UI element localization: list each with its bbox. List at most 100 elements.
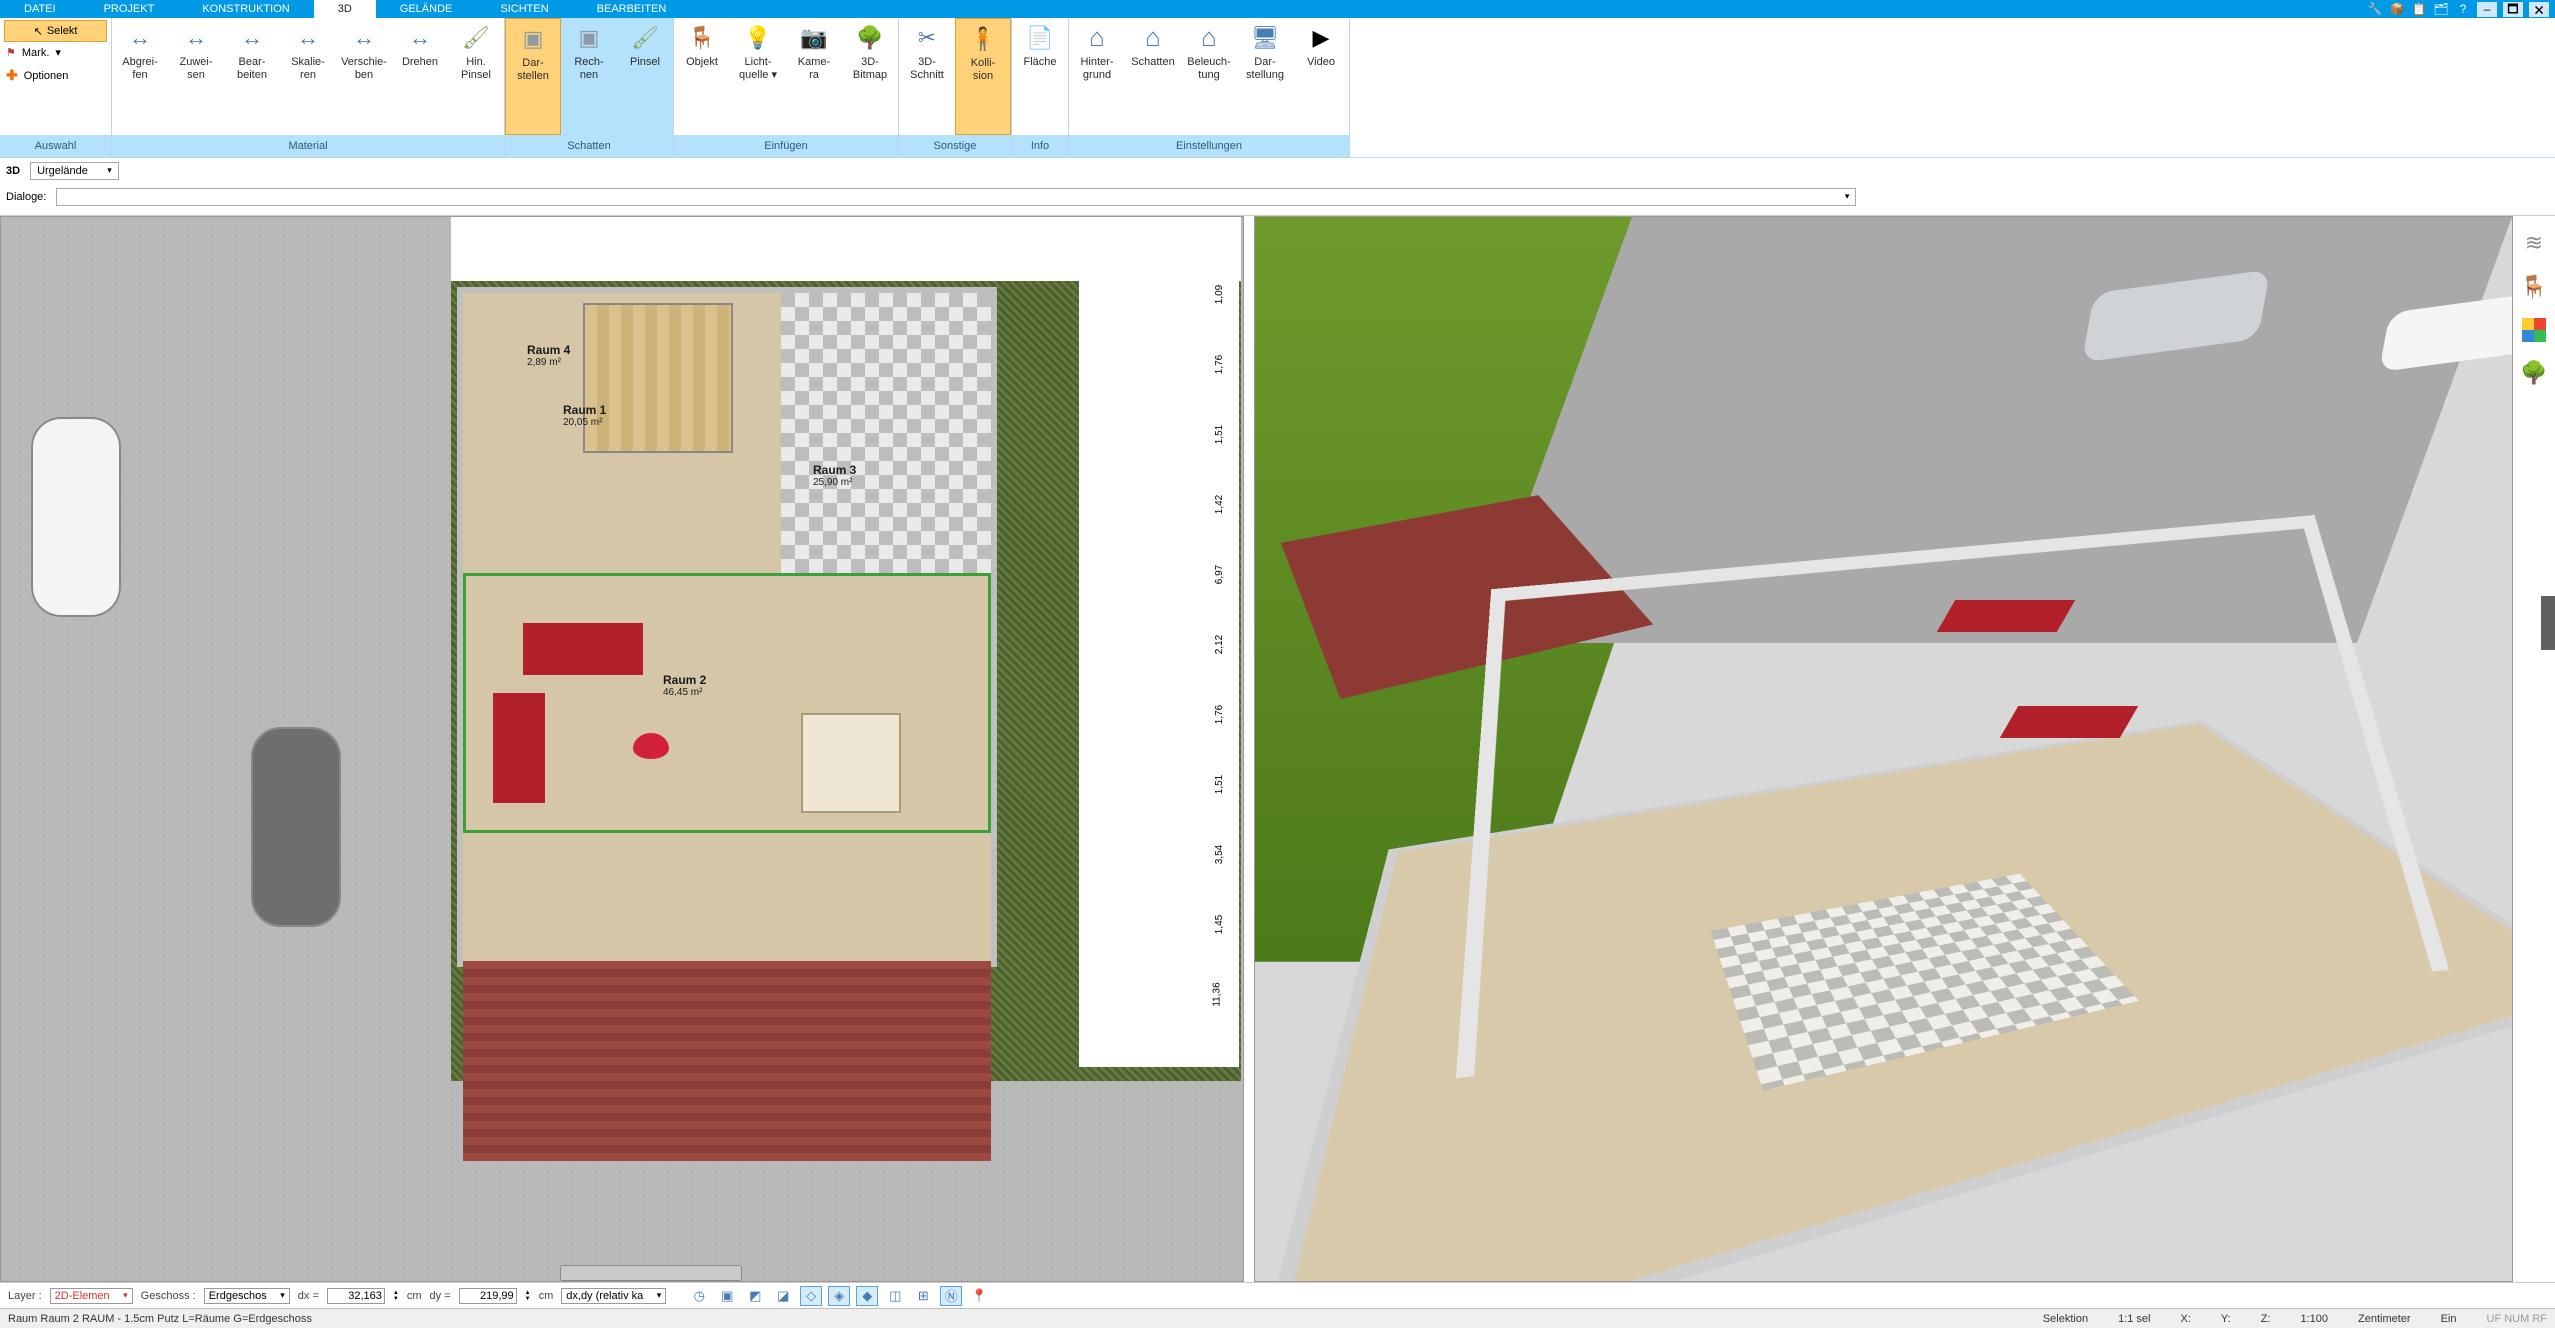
- ribbon-rechnen-button[interactable]: Rech-nen: [561, 18, 617, 135]
- layer-select[interactable]: 2D-Elemen: [50, 1288, 133, 1304]
- ribbon-button-label: Fläche: [1023, 56, 1056, 69]
- toolbar-rhomb2-button[interactable]: ◈: [828, 1286, 850, 1306]
- ribbon-pinsel-button[interactable]: Pinsel: [617, 18, 673, 135]
- coord-mode-select[interactable]: dx,dy (relativ ka: [561, 1288, 666, 1304]
- ribbon-button-label: Pinsel: [630, 56, 660, 69]
- menu-tab-sichten[interactable]: SICHTEN: [476, 0, 572, 18]
- help-icon[interactable]: ?: [2455, 1, 2471, 17]
- room-label: Raum 42,89 m²: [527, 343, 570, 368]
- ribbon-3dschnitt-button[interactable]: 3D-Schnitt: [899, 18, 955, 135]
- dy-spinner[interactable]: ▲▼: [525, 1290, 531, 1302]
- close-button[interactable]: 🗙: [2529, 2, 2549, 17]
- menu-tab-bearbeiten[interactable]: BEARBEITEN: [573, 0, 691, 18]
- ribbon-button-label: Verschie-ben: [341, 56, 387, 81]
- pane-3d-view[interactable]: [1254, 216, 2513, 1282]
- layers-icon[interactable]: ≋: [2525, 230, 2543, 256]
- ribbon-video-button[interactable]: Video: [1293, 18, 1349, 135]
- arrow-icon: [180, 22, 212, 54]
- maximize-button[interactable]: 🗖: [2503, 2, 2523, 17]
- ribbon-button-label: Hinter-grund: [1080, 56, 1113, 81]
- status-y: Y:: [2221, 1313, 2231, 1325]
- ribbon-button-label: Bear-beiten: [237, 56, 267, 81]
- tree-icon[interactable]: 🌳: [2520, 360, 2547, 386]
- ribbon-darstellen-button[interactable]: Dar-stellen: [505, 18, 561, 135]
- ribbon-abgreifen-button[interactable]: Abgrei-fen: [112, 18, 168, 135]
- ribbon-flaeche-button[interactable]: Fläche: [1012, 18, 1068, 135]
- ribbon-3dbitmap-button[interactable]: 3D-Bitmap: [842, 18, 898, 135]
- ribbon-group-sonstige: 3D-SchnittKolli-sionSonstige: [899, 18, 1012, 157]
- ribbon-button-label: Zuwei-sen: [179, 56, 212, 81]
- geschoss-select[interactable]: Erdgeschos: [204, 1288, 290, 1304]
- ribbon-skalieren-button[interactable]: Skalie-ren: [280, 18, 336, 135]
- group-label: Material: [112, 135, 504, 157]
- dialoge-label: Dialoge:: [6, 191, 46, 203]
- ribbon-objekt-button[interactable]: Objekt: [674, 18, 730, 135]
- toolbar-screens-button[interactable]: ▣: [716, 1286, 738, 1306]
- copy-icon[interactable]: 📋: [2411, 1, 2427, 17]
- dy-input[interactable]: [459, 1288, 517, 1304]
- ribbon-darstellung-button[interactable]: Dar-stellung: [1237, 18, 1293, 135]
- dx-spinner[interactable]: ▲▼: [393, 1290, 399, 1302]
- dimension-value: 1,51: [1214, 775, 1225, 794]
- plan-terrace: [463, 961, 991, 1161]
- ribbon-group-einfügen: ObjektLicht-quelle ▾Kame-ra3D-BitmapEinf…: [674, 18, 899, 157]
- toolbar-letter-n-button[interactable]: Ⓝ: [940, 1286, 962, 1306]
- ribbon-drehen-button[interactable]: Drehen: [392, 18, 448, 135]
- ribbon-kamera-button[interactable]: Kame-ra: [786, 18, 842, 135]
- dimension-value: 11,36: [1211, 982, 1222, 1006]
- pin-icon: ⚑: [6, 46, 16, 59]
- dropdown-icon: ▾: [55, 46, 61, 59]
- dimension-value: 6,97: [1214, 565, 1225, 584]
- house-icon: [1081, 22, 1113, 54]
- stack-icon[interactable]: 🗂: [2433, 1, 2449, 17]
- ribbon-kollision-button[interactable]: Kolli-sion: [955, 18, 1011, 135]
- toolbar-rhomb1-button[interactable]: ◇: [800, 1286, 822, 1306]
- ribbon-verschieben-button[interactable]: Verschie-ben: [336, 18, 392, 135]
- bottom-toolbar: Layer : 2D-Elemen Geschoss : Erdgeschos …: [0, 1282, 2555, 1308]
- box-icon[interactable]: 📦: [2389, 1, 2405, 17]
- optionen-option[interactable]: ✚ Optionen: [0, 63, 111, 88]
- ribbon-lichtquelle-button[interactable]: Licht-quelle ▾: [730, 18, 786, 135]
- status-text: Raum Raum 2 RAUM - 1.5cm Putz L=Räume G=…: [8, 1313, 312, 1325]
- dimension-value: 1,42: [1214, 495, 1225, 514]
- pane-2d-plan[interactable]: Raum 42,89 m²Raum 120,05 m²Raum 325,90 m…: [0, 216, 1244, 1282]
- ribbon-hinpinsel-button[interactable]: Hin.Pinsel: [448, 18, 504, 135]
- mark-option[interactable]: ⚑ Mark. ▾: [0, 42, 111, 63]
- rail-drag-handle[interactable]: [2541, 596, 2555, 650]
- wrench-icon[interactable]: 🔧: [2367, 1, 2383, 17]
- dialoge-select[interactable]: [56, 188, 1856, 206]
- palette-icon[interactable]: [2522, 318, 2546, 342]
- ribbon-button-label: Dar-stellen: [517, 57, 549, 82]
- ribbon-zuweisen-button[interactable]: Zuwei-sen: [168, 18, 224, 135]
- bottom-icon-row: ◷ ▣ ◩ ◪ ◇ ◈ ◆ ◫ ⊞ Ⓝ 📍: [688, 1286, 990, 1306]
- toolbar-diag1-button[interactable]: ◩: [744, 1286, 766, 1306]
- arrow-icon: [292, 22, 324, 54]
- menu-tab-gelände[interactable]: GELÄNDE: [376, 0, 477, 18]
- toolbar-rhomb3-button[interactable]: ◆: [856, 1286, 878, 1306]
- toolbar-clock-button[interactable]: ◷: [688, 1286, 710, 1306]
- dx-input[interactable]: [327, 1288, 385, 1304]
- menu-tab-projekt[interactable]: PROJEKT: [80, 0, 179, 18]
- group-label: Einstellungen: [1069, 135, 1349, 157]
- menu-tab-3d[interactable]: 3D: [314, 0, 376, 18]
- ribbon-group-material: Abgrei-fen Zuwei-sen Bear-beiten Skalie-ren…: [112, 18, 505, 157]
- ribbon-beleuchtung-button[interactable]: Beleuch-tung: [1181, 18, 1237, 135]
- status-scale: 1:100: [2300, 1313, 2328, 1325]
- menu-tab-datei[interactable]: DATEI: [0, 0, 80, 18]
- obj-icon: [686, 22, 718, 54]
- toolbar-diag2-button[interactable]: ◪: [772, 1286, 794, 1306]
- ribbon-bearbeiten-button[interactable]: Bear-beiten: [224, 18, 280, 135]
- chair-icon[interactable]: 🪑: [2520, 274, 2547, 300]
- sub-header: 3D Urgelände Dialoge:: [0, 158, 2555, 216]
- ribbon-schatten-button[interactable]: Schatten: [1125, 18, 1181, 135]
- clip-icon: [911, 22, 943, 54]
- toolbar-sq-button[interactable]: ◫: [884, 1286, 906, 1306]
- menu-tab-konstruktion[interactable]: KONSTRUKTION: [178, 0, 313, 18]
- bulb-icon: [742, 22, 774, 54]
- minimize-button[interactable]: –: [2477, 2, 2497, 17]
- selekt-button[interactable]: ↖ Selekt: [4, 20, 107, 42]
- toolbar-pin-button[interactable]: 📍: [968, 1286, 990, 1306]
- view-select[interactable]: Urgelände: [30, 162, 119, 180]
- ribbon-hintergrund-button[interactable]: Hinter-grund: [1069, 18, 1125, 135]
- toolbar-grid-button[interactable]: ⊞: [912, 1286, 934, 1306]
